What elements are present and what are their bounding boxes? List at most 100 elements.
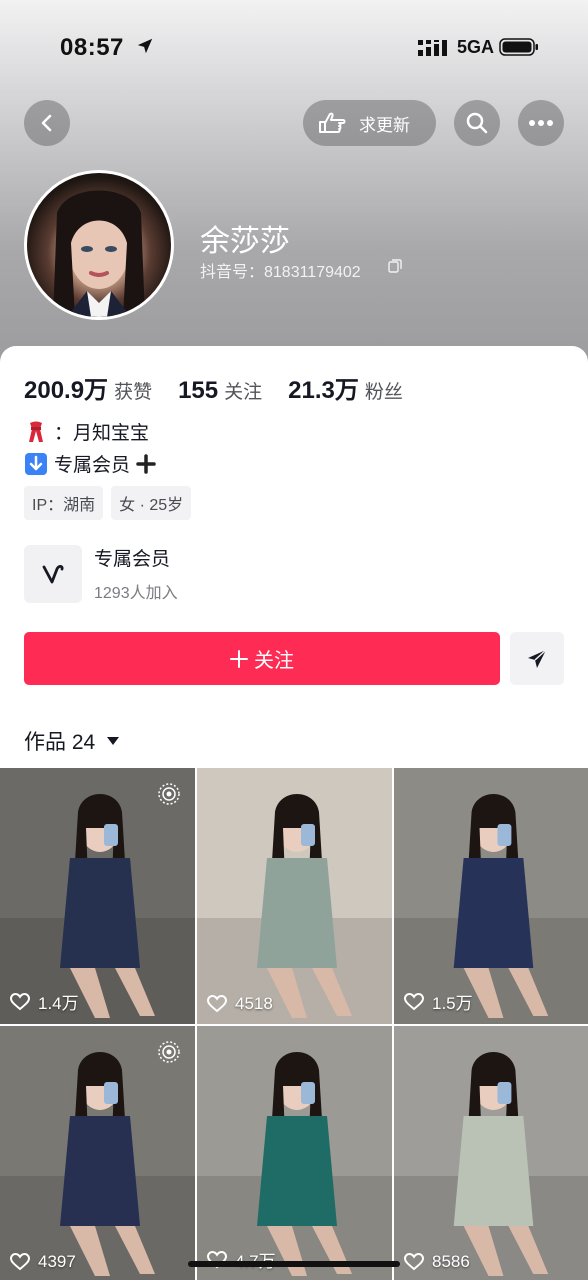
follow-button[interactable]: 关注 bbox=[24, 632, 500, 685]
avatar[interactable] bbox=[24, 170, 174, 320]
status-time: 08:57 bbox=[60, 34, 124, 61]
down-arrow-icon bbox=[25, 452, 47, 475]
v-logo-icon bbox=[42, 564, 64, 583]
heart-icon bbox=[207, 995, 227, 1013]
douyin-id: 抖音号：81831179402 bbox=[200, 264, 361, 281]
profile-card: 200.9万 获赞 155 关注 21.3万 粉丝 ：月知宝宝 专属会员 IP：… bbox=[0, 346, 588, 1280]
send-icon bbox=[528, 648, 547, 668]
avatar-portrait bbox=[53, 190, 145, 317]
scarf-icon bbox=[29, 421, 43, 442]
stat-label: 粉丝 bbox=[364, 382, 403, 403]
like-count: 4397 bbox=[10, 1252, 76, 1272]
gender-age-tag: 女 · 25岁 bbox=[111, 486, 192, 520]
plus-icon bbox=[136, 453, 156, 474]
video-thumbnail bbox=[0, 1026, 195, 1280]
signal-icon bbox=[418, 40, 447, 56]
plus-icon bbox=[230, 649, 248, 668]
thumbnail-phone bbox=[497, 824, 512, 846]
like-count-text: 4397 bbox=[38, 1252, 76, 1271]
like-count-text: 4.7万 bbox=[235, 1247, 276, 1272]
thumbnail-outfit bbox=[60, 1116, 140, 1226]
like-count: 4.7万 bbox=[207, 1247, 276, 1272]
status-bar: 08:57 5GA bbox=[0, 28, 588, 68]
video-tile[interactable]: 1.5万 bbox=[394, 768, 588, 1024]
bio-text: ：月知宝宝 bbox=[54, 423, 150, 444]
search-icon bbox=[466, 112, 488, 134]
stat-label: 获赞 bbox=[114, 382, 153, 403]
ip-tag: IP：湖南 bbox=[24, 486, 104, 520]
video-tile[interactable]: 4518 bbox=[197, 768, 392, 1024]
video-thumbnail bbox=[394, 1026, 588, 1280]
works-label: 作品 24 bbox=[24, 731, 96, 754]
thumbnail-phone bbox=[497, 1082, 512, 1104]
request-update-label: 求更新 bbox=[359, 115, 410, 135]
more-button[interactable] bbox=[518, 100, 564, 146]
video-thumbnail bbox=[197, 768, 392, 1024]
like-count-text: 1.5万 bbox=[432, 994, 473, 1013]
caret-down-icon bbox=[107, 737, 120, 745]
video-grid: 1.4万 4518 1.5万 4397 4.7万 8586 bbox=[0, 768, 588, 1280]
stat-number: 155 bbox=[178, 377, 219, 404]
video-tile[interactable]: 4397 bbox=[0, 1026, 195, 1280]
heart-icon bbox=[404, 1253, 424, 1271]
thumbnail-outfit bbox=[453, 858, 534, 968]
more-dots-icon bbox=[529, 120, 553, 126]
follow-label: 关注 bbox=[254, 650, 294, 672]
battery-icon bbox=[499, 38, 538, 56]
video-tile[interactable]: 4.7万 bbox=[197, 1026, 392, 1280]
member-logo bbox=[24, 544, 82, 603]
thumbnail-outfit bbox=[257, 1116, 337, 1226]
stat-label: 关注 bbox=[224, 382, 263, 403]
member-text: 专属会员 1293人加入 bbox=[94, 544, 178, 603]
stat-followers[interactable]: 21.3万 粉丝 bbox=[288, 370, 403, 405]
video-thumbnail bbox=[394, 768, 588, 1024]
heart-icon bbox=[10, 1253, 30, 1271]
video-thumbnail bbox=[197, 1026, 392, 1280]
bio-line: 专属会员 bbox=[24, 450, 156, 477]
like-count-text: 8586 bbox=[432, 1252, 470, 1271]
heart-icon bbox=[10, 992, 30, 1010]
stat-number: 200.9万 bbox=[24, 377, 109, 404]
copy-icon[interactable] bbox=[388, 259, 402, 273]
home-indicator bbox=[188, 1261, 400, 1267]
member-title: 专属会员 bbox=[94, 549, 171, 570]
profile-stats: 200.9万 获赞 155 关注 21.3万 粉丝 bbox=[24, 370, 429, 405]
bio-text: 专属会员 bbox=[54, 455, 131, 476]
network-label: 5GA bbox=[457, 37, 495, 57]
stat-likes: 200.9万 获赞 bbox=[24, 370, 152, 405]
like-count: 1.4万 bbox=[10, 989, 79, 1014]
profile-header: 08:57 5GA 求更新 余莎莎 抖音号：81831179402 bbox=[0, 0, 588, 380]
profile-tags: IP：湖南 女 · 25岁 bbox=[24, 486, 192, 520]
bio-line: ：月知宝宝 bbox=[24, 418, 149, 445]
video-tile[interactable]: 8586 bbox=[394, 1026, 588, 1280]
stat-number: 21.3万 bbox=[288, 377, 359, 404]
works-tab[interactable]: 作品 24 bbox=[24, 726, 120, 756]
heart-icon bbox=[404, 992, 424, 1010]
thumbnail-outfit bbox=[257, 858, 337, 968]
location-arrow-icon bbox=[137, 38, 153, 54]
like-count-text: 4518 bbox=[235, 994, 273, 1013]
like-count: 4518 bbox=[207, 994, 273, 1014]
thumbnail-outfit bbox=[60, 858, 140, 968]
thumbnail-phone bbox=[301, 824, 315, 846]
thumbnail-phone bbox=[104, 824, 118, 846]
request-update-button[interactable]: 求更新 bbox=[303, 100, 436, 146]
back-button[interactable] bbox=[24, 100, 70, 146]
profile-username: 余莎莎 bbox=[200, 225, 290, 258]
video-thumbnail bbox=[0, 768, 195, 1024]
like-count: 1.5万 bbox=[404, 989, 473, 1014]
stat-following[interactable]: 155 关注 bbox=[178, 377, 262, 405]
exclusive-member-entry[interactable]: 专属会员 1293人加入 bbox=[24, 544, 178, 603]
search-button[interactable] bbox=[454, 100, 500, 146]
chevron-left-icon bbox=[41, 114, 52, 132]
thumbnail-phone bbox=[104, 1082, 118, 1104]
live-photo-icon bbox=[158, 783, 180, 805]
live-photo-icon bbox=[158, 1041, 180, 1063]
like-count-text: 1.4万 bbox=[38, 994, 79, 1013]
thumbnail-phone bbox=[301, 1082, 315, 1104]
pointing-hand-icon bbox=[319, 112, 346, 133]
share-button[interactable] bbox=[510, 632, 564, 685]
video-tile[interactable]: 1.4万 bbox=[0, 768, 195, 1024]
member-subtitle: 1293人加入 bbox=[94, 585, 178, 602]
thumbnail-outfit bbox=[453, 1116, 534, 1226]
